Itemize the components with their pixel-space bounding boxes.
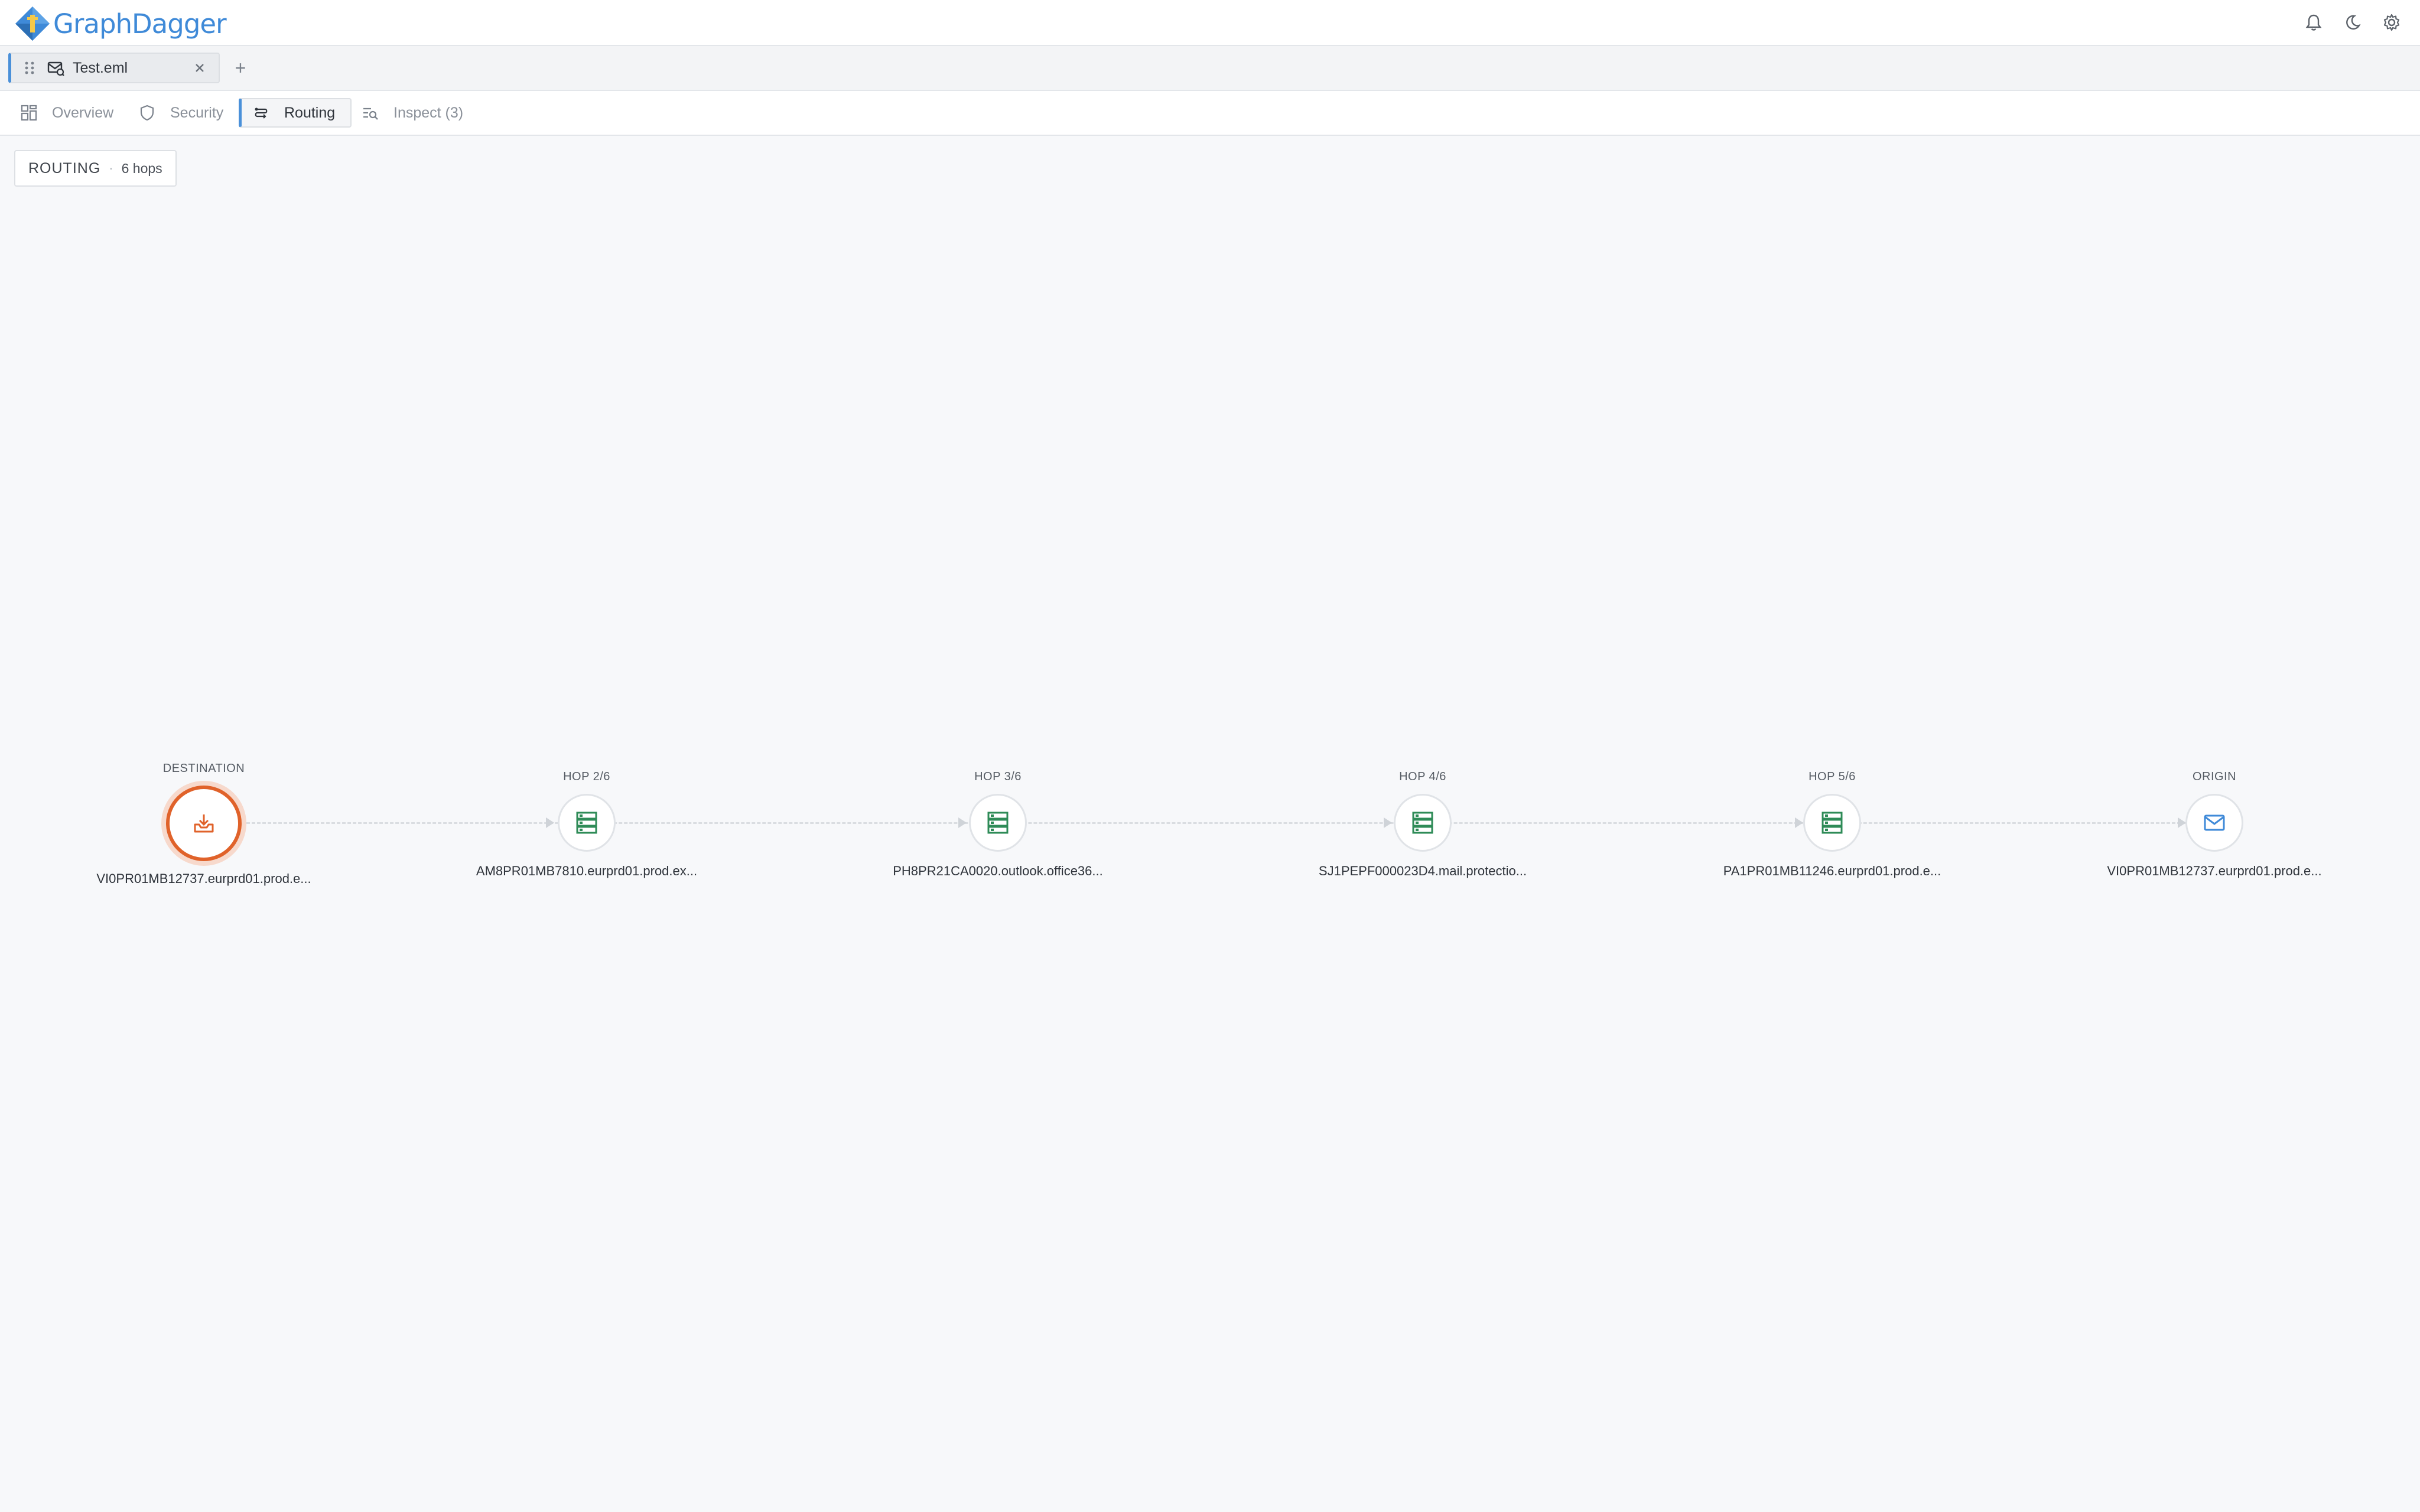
- origin-node-circle[interactable]: [2185, 794, 2243, 852]
- bell-icon[interactable]: [2303, 12, 2324, 33]
- node-caption: HOP 4/6: [1399, 770, 1446, 783]
- hop-node-circle[interactable]: [969, 794, 1027, 852]
- arrow-icon: [2178, 817, 2186, 828]
- view-tabs: Overview Security Routing Inspect (3): [0, 91, 2420, 136]
- node-caption: ORIGIN: [2192, 770, 2237, 783]
- dashboard-icon: [21, 105, 37, 121]
- hop-node-circle[interactable]: [1394, 794, 1452, 852]
- server-icon: [987, 812, 1009, 834]
- gear-icon[interactable]: [2381, 12, 2402, 33]
- logo-icon: [15, 6, 50, 41]
- hop-node-circle[interactable]: [558, 794, 616, 852]
- server-icon: [1412, 812, 1433, 834]
- drag-handle-icon[interactable]: [23, 59, 36, 77]
- routing-title: ROUTING: [28, 159, 101, 177]
- tab-inspect[interactable]: Inspect (3): [362, 98, 463, 128]
- file-tab[interactable]: Test.eml: [8, 53, 220, 83]
- tab-routing[interactable]: Routing: [239, 98, 352, 128]
- inspect-icon: [363, 107, 378, 120]
- envelope-icon: [2204, 814, 2225, 831]
- app-name: GraphDagger: [53, 8, 227, 40]
- file-tab-label: Test.eml: [73, 59, 128, 76]
- tab-inspect-label: Inspect (3): [393, 104, 464, 121]
- moon-icon[interactable]: [2342, 12, 2363, 33]
- node-caption: DESTINATION: [162, 762, 245, 775]
- inbox-download-icon: [194, 814, 214, 833]
- hop-count: 6 hops: [121, 160, 162, 176]
- tab-security[interactable]: Security: [138, 98, 223, 128]
- tab-routing-label: Routing: [284, 104, 336, 121]
- app-header: GraphDagger: [0, 0, 2420, 46]
- app-logo[interactable]: GraphDagger: [14, 5, 227, 42]
- arrow-icon: [546, 817, 554, 828]
- arrow-icon: [958, 817, 967, 828]
- node-host: SJ1PEPF000023D4.mail.protectio...: [1318, 863, 1527, 878]
- separator: ·: [109, 161, 113, 175]
- arrow-icon: [1795, 817, 1803, 828]
- server-icon: [576, 812, 597, 834]
- node-host: VI0PR01MB12737.eurprd01.prod.e...: [96, 871, 311, 886]
- routing-summary: ROUTING · 6 hops: [14, 150, 177, 187]
- tab-overview-label: Overview: [52, 104, 114, 121]
- node-host: AM8PR01MB7810.eurprd01.prod.ex...: [476, 863, 698, 878]
- node-caption: HOP 2/6: [563, 770, 610, 783]
- node-host: PA1PR01MB11246.eurprd01.prod.e...: [1723, 863, 1941, 878]
- route-connector: [204, 822, 2213, 824]
- hop-node-circle[interactable]: [1803, 794, 1861, 852]
- shield-icon: [140, 105, 154, 121]
- mail-icon: [47, 61, 64, 76]
- node-caption: HOP 5/6: [1809, 770, 1856, 783]
- file-tab-strip: Test.eml +: [0, 46, 2420, 91]
- server-icon: [1821, 812, 1843, 834]
- node-caption: HOP 3/6: [974, 770, 1022, 783]
- new-tab-button[interactable]: +: [229, 57, 252, 79]
- node-host: VI0PR01MB12737.eurprd01.prod.e...: [2107, 863, 2322, 878]
- route-icon: [255, 107, 268, 119]
- close-icon[interactable]: [193, 61, 207, 75]
- node-host: PH8PR21CA0020.outlook.office36...: [893, 863, 1103, 878]
- tab-security-label: Security: [170, 104, 224, 121]
- tab-overview[interactable]: Overview: [20, 98, 113, 128]
- destination-node-circle[interactable]: [166, 786, 242, 861]
- arrow-icon: [1384, 817, 1392, 828]
